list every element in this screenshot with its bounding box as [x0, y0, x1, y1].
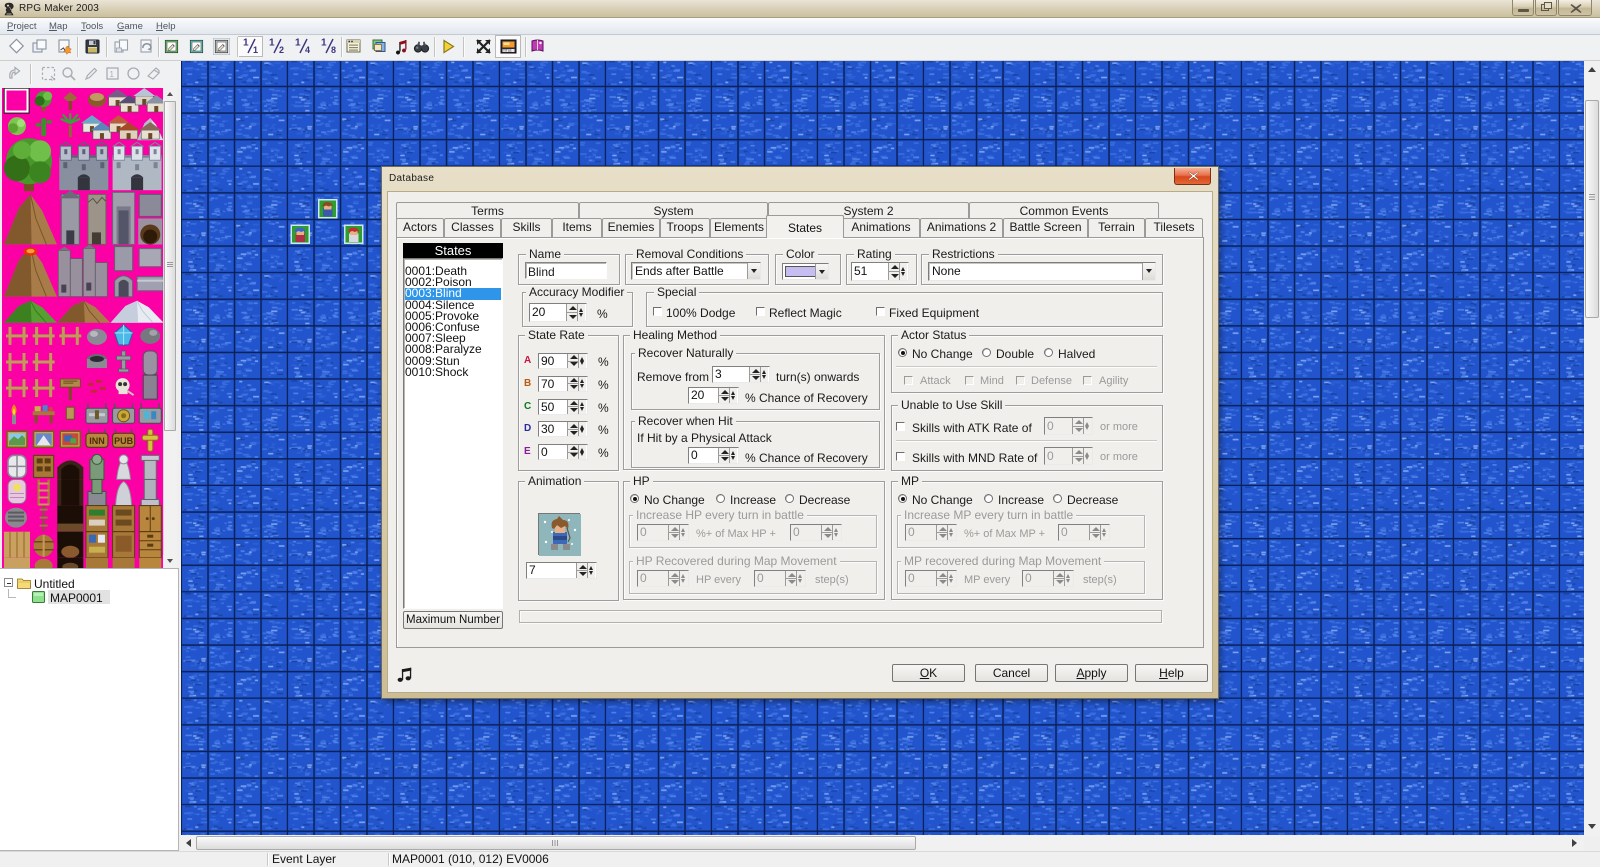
svg-text:1: 1: [295, 38, 301, 49]
svg-text:4: 4: [305, 45, 310, 55]
svg-text:1: 1: [253, 45, 258, 55]
svg-text:TITLE: TITLE: [503, 49, 512, 53]
svg-text:1: 1: [243, 38, 249, 49]
svg-text:2: 2: [279, 45, 284, 55]
svg-text:1: 1: [110, 70, 115, 79]
svg-text:PUB: PUB: [114, 436, 134, 446]
svg-text:1: 1: [269, 38, 275, 49]
svg-text:1: 1: [321, 38, 327, 49]
svg-text:8: 8: [331, 45, 336, 55]
svg-text:INN: INN: [89, 436, 105, 446]
